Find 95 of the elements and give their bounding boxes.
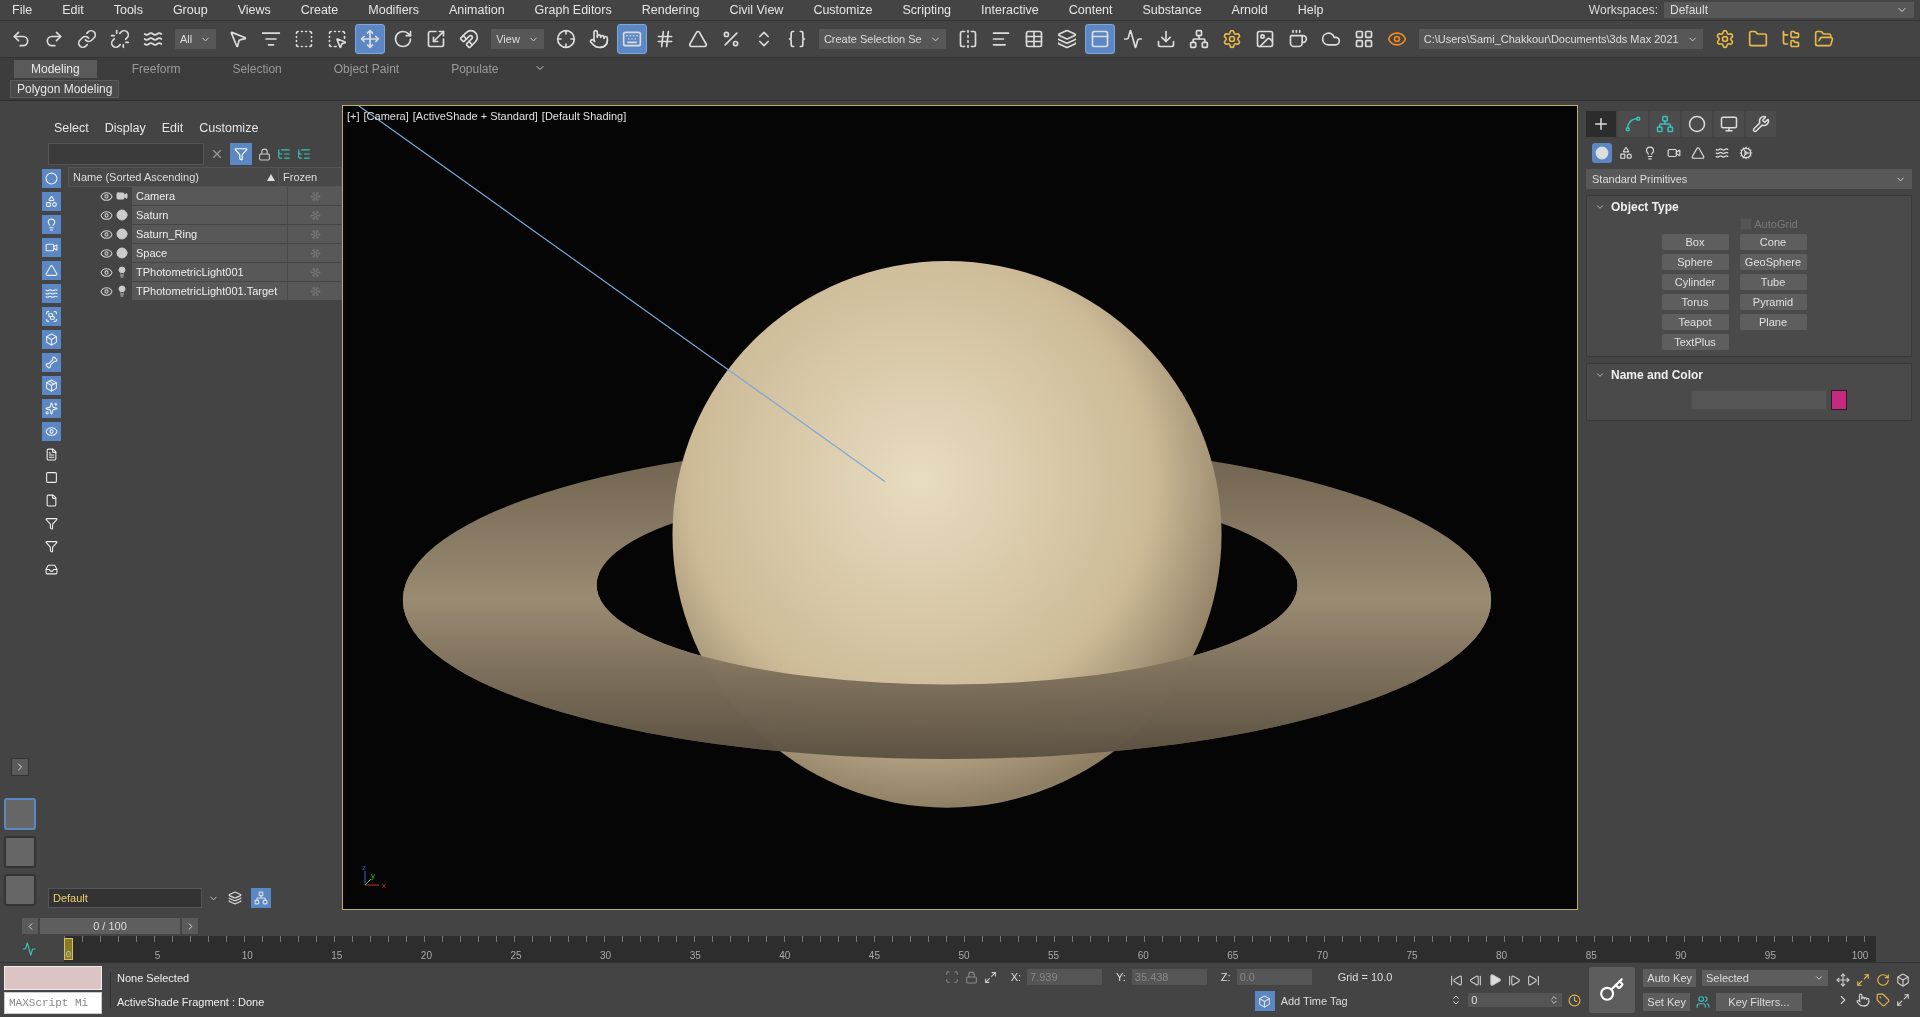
coordinate-label: Y: <box>1116 971 1126 983</box>
column-header[interactable]: Name (Sorted Ascending) <box>69 168 267 186</box>
frame-number: 90 <box>1675 950 1687 961</box>
menu-item[interactable]: Graph Editors <box>530 3 623 17</box>
column-header[interactable]: Frozen <box>278 168 341 186</box>
ribbon-tab[interactable]: Selection <box>215 60 299 78</box>
menu-item[interactable]: Modifiers <box>364 3 430 17</box>
frame-number: 85 <box>1585 950 1597 961</box>
menu-item[interactable]: Content <box>1064 3 1124 17</box>
frame-number: 65 <box>1227 950 1239 961</box>
object-name[interactable]: TPhotometricLight001.Target <box>132 282 287 300</box>
frame-number: 5 <box>154 950 161 961</box>
viewport-label[interactable]: [+] <box>347 110 360 122</box>
menu-item[interactable]: Interactive <box>977 3 1050 17</box>
selection-status: None Selected <box>117 972 191 984</box>
frame-number: 20 <box>420 950 432 961</box>
menu-item[interactable]: Animation <box>445 3 516 17</box>
frame-number: 75 <box>1406 950 1418 961</box>
primitive-button[interactable]: TextPlus <box>1661 334 1729 350</box>
ribbon-tab[interactable]: Freeform <box>114 60 198 78</box>
add-time-tag-button[interactable]: Add Time Tag <box>1254 991 1348 1011</box>
frame-number: 25 <box>510 950 522 961</box>
menu-item[interactable]: File <box>8 3 44 17</box>
menu-item[interactable]: Views <box>233 3 282 17</box>
frame-number: 80 <box>1496 950 1508 961</box>
prompt-text: ActiveShade Fragment : Done <box>117 996 266 1008</box>
object-name[interactable]: Saturn_Ring <box>132 225 287 243</box>
menu-item[interactable]: Substance <box>1138 3 1213 17</box>
rollout-title[interactable]: Object Type <box>1611 200 1679 214</box>
primitive-button[interactable]: Box <box>1661 234 1729 250</box>
primitive-button[interactable]: Cone <box>1739 234 1807 250</box>
ribbon-tab[interactable]: Object Paint <box>316 60 417 78</box>
primitive-button[interactable]: Sphere <box>1661 254 1729 270</box>
rollout-title[interactable]: Name and Color <box>1611 368 1703 382</box>
workspaces-dropdown[interactable]: Default <box>1664 2 1914 18</box>
frame-number: 100 <box>1851 950 1869 961</box>
category-dropdown[interactable]: Standard Primitives <box>1586 169 1912 189</box>
toolbar-dropdown[interactable]: All <box>175 29 217 49</box>
explorer-menu-item[interactable]: Display <box>104 121 146 135</box>
menu-item[interactable]: Scripting <box>898 3 963 17</box>
frame-number: 30 <box>600 950 612 961</box>
ribbon-panel-label[interactable]: Polygon Modeling <box>10 80 120 98</box>
set-key-button[interactable]: Set Key <box>1643 993 1690 1011</box>
object-name[interactable]: Saturn <box>132 206 287 224</box>
menu-item[interactable]: Customize <box>809 3 884 17</box>
menu-item[interactable]: Rendering <box>637 3 711 17</box>
toolbar-dropdown[interactable]: View <box>491 29 544 49</box>
ribbon-tab[interactable]: Modeling <box>14 60 97 78</box>
toolbar-dropdown[interactable]: C:\Users\Sami_Chakkour\Documents\3ds Max 2021 <box>1418 29 1703 49</box>
frame-number: 35 <box>689 950 701 961</box>
frame-number: 70 <box>1316 950 1328 961</box>
frame-number: 60 <box>1137 950 1149 961</box>
key-filters-button[interactable]: Key Filters... <box>1715 993 1802 1011</box>
object-name[interactable]: Camera <box>132 187 287 205</box>
menu-item[interactable]: Civil View <box>725 3 795 17</box>
menu-item[interactable]: Group <box>168 3 219 17</box>
object-name[interactable]: TPhotometricLight001 <box>132 263 287 281</box>
menu-item[interactable]: Tools <box>109 3 154 17</box>
menu-item[interactable]: Create <box>296 3 350 17</box>
ribbon-tab[interactable]: Populate <box>434 60 516 78</box>
menu-item[interactable]: Arnold <box>1227 3 1279 17</box>
coordinate-label: Z: <box>1220 971 1231 983</box>
frame-number: 15 <box>331 950 343 961</box>
object-name[interactable]: Space <box>132 244 287 262</box>
frame-number: 95 <box>1764 950 1776 961</box>
primitive-button[interactable]: Torus <box>1661 294 1729 310</box>
explorer-menu-item[interactable]: Customize <box>199 121 259 135</box>
frame-number: 50 <box>958 950 970 961</box>
primitive-button[interactable]: Plane <box>1739 314 1807 330</box>
viewport-label[interactable]: [ActiveShade + Standard] <box>412 110 538 122</box>
frame-number: 40 <box>779 950 791 961</box>
primitive-button[interactable]: Tube <box>1739 274 1807 290</box>
explorer-menu-item[interactable]: Select <box>54 121 89 135</box>
primitive-button[interactable]: GeoSphere <box>1739 254 1807 270</box>
primitive-button[interactable]: Pyramid <box>1739 294 1807 310</box>
workspaces-label: Workspaces: <box>1588 3 1658 17</box>
menu-item[interactable]: Help <box>1293 3 1335 17</box>
explorer-menu-item[interactable]: Edit <box>161 121 184 135</box>
layer-dropdown[interactable]: Default <box>48 888 202 908</box>
track-bar[interactable]: 0 5 10 15 20 25 30 35 40 45 50 55 60 65 70 75 80 85 90 95 100 <box>64 936 1876 962</box>
grid-size: Grid = 10.0 <box>1337 971 1393 983</box>
frame-number: 45 <box>868 950 880 961</box>
key-mode-dropdown[interactable]: Selected <box>1702 970 1828 986</box>
listener-field[interactable]: MAXScript Mi <box>4 992 102 1014</box>
viewport-label[interactable]: [Default Shading] <box>541 110 627 122</box>
frame-counter[interactable]: 0 / 100 <box>40 918 180 934</box>
menu-item[interactable]: Edit <box>58 3 95 17</box>
frame-number: 10 <box>241 950 253 961</box>
frame-number: 55 <box>1048 950 1060 961</box>
primitive-button[interactable]: Cylinder <box>1661 274 1729 290</box>
toolbar-dropdown[interactable]: Create Selection Se <box>818 29 946 49</box>
primitive-button[interactable]: Teapot <box>1661 314 1729 330</box>
coordinate-label: X: <box>1010 971 1022 983</box>
frame-field[interactable]: 0 <box>1468 993 1563 1007</box>
auto-key-button[interactable]: Auto Key <box>1643 969 1696 987</box>
